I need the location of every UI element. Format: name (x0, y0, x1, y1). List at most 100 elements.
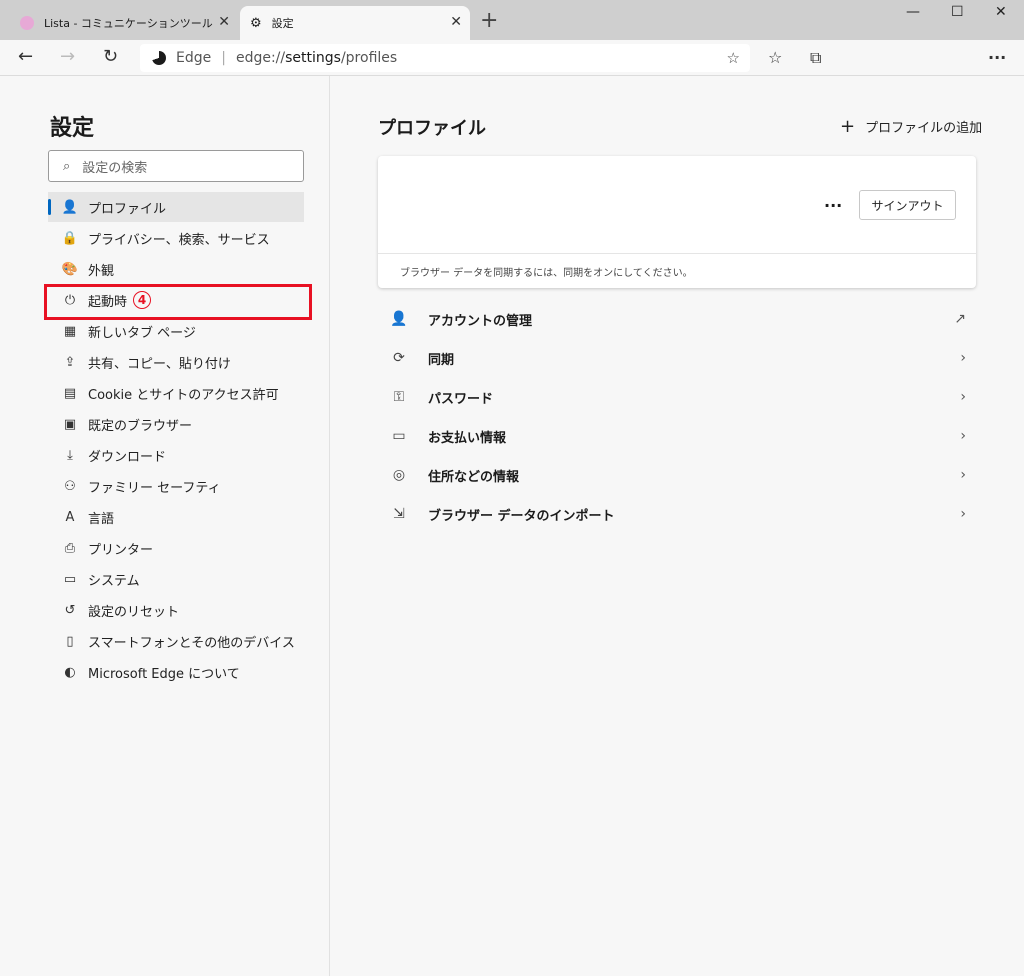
chevron-right-icon: › (960, 389, 966, 405)
edge-logo-icon: ◐ (64, 664, 76, 680)
sidebar-item-privacy[interactable]: 🔒 プライバシー、検索、サービス (48, 223, 304, 253)
row-label: 住所などの情報 (428, 469, 520, 485)
sidebar-item-downloads[interactable]: ⤓ ダウンロード (48, 440, 304, 470)
lista-favicon-icon (20, 16, 34, 30)
share-icon: ⇪ (64, 354, 76, 370)
favorites-icon[interactable]: ☆ (768, 48, 782, 67)
sidebar-item-languages[interactable]: A 言語 (48, 502, 304, 532)
sync-icon: ⟳ (393, 350, 405, 366)
settings-search-input[interactable]: ⌕ 設定の検索 (48, 150, 304, 182)
sidebar-item-label: 外観 (88, 263, 115, 279)
sidebar-item-label: Cookie とサイトのアクセス許可 (88, 387, 279, 403)
sidebar-item-default-browser[interactable]: ▣ 既定のブラウザー (48, 409, 304, 439)
sidebar-item-label: スマートフォンとその他のデバイス (88, 635, 295, 651)
sidebar-item-printers[interactable]: ⎙ プリンター (48, 533, 304, 563)
forward-icon[interactable]: → (60, 46, 75, 67)
sidebar-item-devices[interactable]: ▯ スマートフォンとその他のデバイス (48, 626, 304, 656)
sidebar-item-label: システム (88, 573, 140, 589)
sidebar-item-label: 言語 (88, 511, 115, 527)
profile-card: ··· サインアウト ブラウザー データを同期するには、同期をオンにしてください… (378, 156, 976, 288)
refresh-icon[interactable]: ↻ (103, 46, 118, 67)
sidebar-item-label: Microsoft Edge について (88, 666, 240, 682)
tab-settings[interactable]: ⚙ 設定 ✕ (240, 6, 470, 40)
search-placeholder: 設定の検索 (82, 160, 148, 176)
sidebar-item-label: ファミリー セーフティ (88, 480, 221, 496)
add-profile-label: プロファイルの追加 (865, 121, 983, 136)
sidebar-item-share[interactable]: ⇪ 共有、コピー、貼り付け (48, 347, 304, 377)
download-icon: ⤓ (67, 447, 73, 463)
collections-icon[interactable]: ⧉ (810, 48, 821, 68)
add-profile-button[interactable]: + プロファイルの追加 (840, 116, 982, 137)
chevron-right-icon: › (960, 506, 966, 522)
card-divider (378, 253, 976, 254)
browser-icon: ▣ (63, 416, 77, 432)
sidebar-item-cookies[interactable]: ▤ Cookie とサイトのアクセス許可 (48, 378, 304, 408)
credit-card-icon: ▭ (392, 428, 406, 444)
row-label: パスワード (428, 391, 494, 407)
sign-out-button[interactable]: サインアウト (859, 190, 956, 220)
sidebar-item-label: 共有、コピー、貼り付け (88, 356, 231, 372)
row-import-data[interactable]: ⇲ ブラウザー データのインポート › (378, 495, 976, 533)
sidebar-item-label: 新しいタブ ページ (88, 325, 196, 341)
sidebar-item-appearance[interactable]: 🎨 外観 (48, 254, 304, 284)
row-addresses[interactable]: ◎ 住所などの情報 › (378, 456, 976, 494)
new-tab-button[interactable]: + (480, 8, 498, 33)
new-tab-page-icon: ▦ (63, 323, 77, 339)
chevron-right-icon: › (960, 428, 966, 444)
more-icon[interactable]: ··· (824, 196, 842, 215)
close-tab-icon[interactable]: ✕ (450, 14, 462, 30)
url-field[interactable]: Edge | edge:// settings /profiles ☆ (140, 44, 750, 72)
window-close-button[interactable]: ✕ (995, 4, 1007, 20)
laptop-icon: ▭ (63, 571, 77, 587)
key-icon: ⚿ (393, 389, 405, 405)
sidebar-title: 設定 (50, 116, 95, 141)
search-icon: ⌕ (63, 158, 71, 174)
maximize-button[interactable]: ☐ (951, 4, 964, 20)
row-manage-account[interactable]: 👤 アカウントの管理 ↗ (378, 300, 976, 338)
sidebar-item-label: プロファイル (88, 201, 167, 217)
cookie-icon: ▤ (63, 385, 77, 401)
minimize-button[interactable]: — (906, 4, 920, 20)
row-label: 同期 (428, 352, 455, 368)
sync-note: ブラウザー データを同期するには、同期をオンにしてください。 (400, 268, 693, 279)
tab-strip: Lista - コミュニケーションツール ✕ ⚙ 設定 ✕ + — ☐ ✕ (0, 0, 1024, 40)
edge-logo-icon (152, 51, 166, 65)
url-prefix: edge:// (235, 50, 286, 66)
row-passwords[interactable]: ⚿ パスワード › (378, 378, 976, 416)
sidebar-item-label: 既定のブラウザー (88, 418, 193, 434)
settings-content: プロファイル + プロファイルの追加 ··· サインアウト ブラウザー データを… (330, 76, 1024, 976)
sidebar-item-label: プリンター (88, 542, 154, 558)
external-link-icon: ↗ (954, 311, 966, 327)
sidebar-item-profile[interactable]: 👤 プロファイル (48, 192, 304, 222)
lock-icon: 🔒 (61, 230, 79, 246)
close-tab-icon[interactable]: ✕ (218, 14, 230, 30)
location-pin-icon: ◎ (392, 467, 406, 483)
person-icon: 👤 (390, 311, 408, 327)
row-payment-info[interactable]: ▭ お支払い情報 › (378, 417, 976, 455)
sidebar-item-family-safety[interactable]: ⚇ ファミリー セーフティ (48, 471, 304, 501)
printer-icon: ⎙ (64, 540, 76, 556)
sidebar-item-new-tab[interactable]: ▦ 新しいタブ ページ (48, 316, 304, 346)
page-title: プロファイル (378, 118, 486, 139)
url-host: settings (285, 50, 341, 66)
tab-lista[interactable]: Lista - コミュニケーションツール ✕ (8, 6, 238, 40)
row-sync[interactable]: ⟳ 同期 › (378, 339, 976, 377)
family-icon: ⚇ (64, 478, 76, 494)
back-icon[interactable]: ← (18, 46, 33, 67)
settings-sidebar: 設定 ⌕ 設定の検索 👤 プロファイル 🔒 プライバシー、検索、サービス 🎨 外… (0, 76, 330, 976)
chevron-right-icon: › (960, 350, 966, 366)
sidebar-item-reset[interactable]: ↺ 設定のリセット (48, 595, 304, 625)
sidebar-item-about[interactable]: ◐ Microsoft Edge について (48, 657, 304, 687)
row-label: アカウントの管理 (428, 313, 533, 329)
sidebar-item-label: ダウンロード (88, 449, 167, 465)
more-options-icon[interactable]: ··· (988, 48, 1006, 67)
gear-icon: ⚙ (250, 15, 262, 31)
reset-icon: ↺ (64, 602, 76, 618)
url-path: /profiles (340, 50, 398, 66)
phone-icon: ▯ (66, 633, 74, 649)
favorite-star-icon[interactable]: ☆ (727, 49, 740, 67)
address-bar: ← → ↻ Edge | edge:// settings /profiles … (0, 40, 1024, 76)
sidebar-item-system[interactable]: ▭ システム (48, 564, 304, 594)
url-separator: | (221, 50, 226, 66)
annotation-highlight-box (44, 284, 312, 320)
